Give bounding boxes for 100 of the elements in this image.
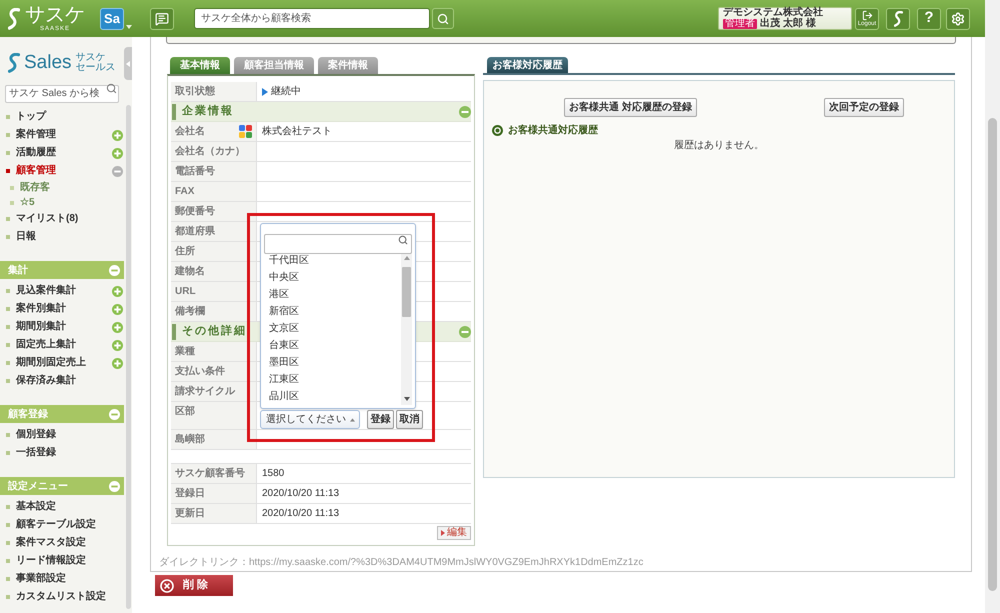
plus-circle-icon[interactable] [112, 358, 123, 368]
bullet-icon [6, 451, 10, 455]
swoosh-icon [894, 10, 902, 26]
nav-item[interactable]: 期間別固定売上 [16, 357, 86, 369]
action-button[interactable]: 次回予定の登録 [824, 98, 904, 117]
form-button[interactable]: 登録 [367, 410, 394, 429]
minus-circle-icon[interactable] [459, 326, 471, 338]
nav-item[interactable]: 活動履歴 [16, 147, 56, 159]
select-dropdown[interactable]: 選択してください [260, 410, 360, 429]
triangle-left-icon [126, 60, 130, 66]
field-label: 業種 [171, 342, 257, 361]
sidebar-collapse-button[interactable] [124, 47, 132, 80]
nav-item[interactable]: 個別登録 [16, 429, 56, 441]
nav-item[interactable]: 保存済み集計 [16, 375, 76, 387]
option-item[interactable]: 江東区 [269, 371, 401, 388]
search-button[interactable] [432, 8, 454, 29]
bullet-icon [6, 307, 10, 311]
triangle-right-icon [441, 530, 445, 536]
empty-message: 履歴はありません。 [674, 139, 764, 153]
app-switcher-button[interactable]: Sa [100, 8, 124, 30]
delete-button[interactable]: 削 除 [155, 575, 233, 596]
scroll-up-arrow-icon[interactable] [404, 256, 410, 260]
nav-item[interactable]: 見込案件集計 [16, 285, 76, 297]
bullet-icon [6, 217, 10, 221]
nav-item[interactable]: トップ [16, 111, 46, 123]
nav-item[interactable]: マイリスト(8) [16, 213, 78, 225]
nav-item[interactable]: カスタムリスト設定 [16, 591, 106, 603]
chat-button[interactable] [150, 8, 174, 30]
help-button[interactable]: ? [917, 8, 941, 30]
app-logo-button[interactable] [886, 8, 910, 30]
field-label: 区部 [171, 402, 257, 429]
minus-circle-icon[interactable] [112, 166, 123, 176]
nav-item[interactable]: リード情報設定 [16, 555, 86, 567]
option-item[interactable]: 千代田区 [269, 252, 401, 269]
minus-circle-icon[interactable] [109, 480, 120, 492]
option-item[interactable]: 中央区 [269, 269, 401, 286]
search-icon[interactable] [106, 83, 117, 94]
option-item[interactable]: 墨田区 [269, 354, 401, 371]
plus-circle-icon[interactable] [112, 304, 123, 314]
field-label: 住所 [171, 242, 257, 261]
field-label: 都道府県 [171, 222, 257, 241]
search-field[interactable]: サスケ Sales から検 [5, 84, 119, 102]
bullet-icon [6, 361, 10, 365]
plus-circle-icon[interactable] [112, 322, 123, 332]
plus-circle-icon[interactable] [112, 340, 123, 350]
option-item[interactable]: 台東区 [269, 337, 401, 354]
nav-item[interactable]: 期間別集計 [16, 321, 66, 333]
account-box[interactable]: デモシステム株式会社 管理者 出茂 太郎 様 [718, 7, 852, 30]
field-label: 会社名 [175, 126, 205, 138]
tab[interactable]: 基本情報 [170, 57, 230, 74]
user-name: 出茂 太郎 [760, 19, 803, 29]
option-item[interactable]: 港区 [269, 286, 401, 303]
scrollbar-track[interactable] [401, 252, 412, 405]
field-label: 請求サイクル [171, 382, 257, 401]
field-label: URL [171, 282, 257, 301]
panel-tab[interactable]: お客様対応履歴 [487, 57, 568, 73]
nav-item[interactable]: 案件マスタ設定 [16, 537, 86, 549]
plus-circle-icon[interactable] [112, 286, 123, 296]
nav-item[interactable]: 顧客テーブル設定 [16, 519, 96, 531]
plus-circle-icon[interactable] [112, 148, 123, 158]
plus-circle-icon[interactable] [112, 130, 123, 140]
field-label: 支払い条件 [171, 362, 257, 381]
nav-item[interactable]: 基本設定 [16, 501, 56, 513]
bullet-icon [6, 433, 10, 437]
edit-button[interactable]: 編集 [437, 526, 471, 540]
caret-down-icon[interactable] [126, 25, 132, 29]
nav-item[interactable]: 日報 [16, 231, 36, 243]
scrollbar-thumb[interactable] [402, 267, 411, 317]
nav-item[interactable]: 固定売上集計 [16, 339, 76, 351]
option-item[interactable]: 文京区 [269, 320, 401, 337]
brand-subtitle: サスケ [76, 52, 107, 62]
field-value: 1580 [262, 468, 284, 480]
section-title: 設定メニュー [8, 479, 68, 494]
bullet-icon [6, 343, 10, 347]
nav-item[interactable]: 事業部設定 [16, 573, 66, 585]
nav-item[interactable]: 案件別集計 [16, 303, 66, 315]
action-button[interactable]: お客様共通 対応履歴の登録 [564, 98, 697, 117]
option-item[interactable]: 新宿区 [269, 303, 401, 320]
scrollbar-thumb[interactable] [988, 118, 997, 591]
search-field[interactable]: サスケ全体から顧客検索 [194, 8, 430, 29]
history-title: お客様共通対応履歴 [508, 123, 598, 138]
minus-circle-icon[interactable] [109, 408, 120, 420]
nav-item[interactable]: 一括登録 [16, 447, 56, 459]
search-field[interactable] [264, 234, 412, 254]
form-button[interactable]: 取消 [396, 410, 423, 429]
section-title: その他詳細 [182, 324, 247, 340]
field-label: 電話番号 [171, 162, 257, 181]
sidebar-scrollbar[interactable] [126, 105, 130, 609]
scrollbar-track[interactable] [985, 0, 1000, 613]
scroll-down-arrow-icon[interactable] [404, 397, 410, 401]
minus-circle-icon[interactable] [109, 264, 120, 276]
logo-text: サスケ [25, 5, 85, 26]
option-item[interactable]: 品川区 [269, 388, 401, 405]
nav-item[interactable]: 顧客管理 [16, 165, 56, 177]
field-label: 島嶼部 [171, 430, 257, 449]
nav-item[interactable]: 案件管理 [16, 129, 56, 141]
settings-button[interactable] [946, 8, 970, 30]
bullet-icon [6, 379, 10, 383]
minus-circle-icon[interactable] [459, 106, 471, 118]
bullet-icon [6, 505, 10, 509]
